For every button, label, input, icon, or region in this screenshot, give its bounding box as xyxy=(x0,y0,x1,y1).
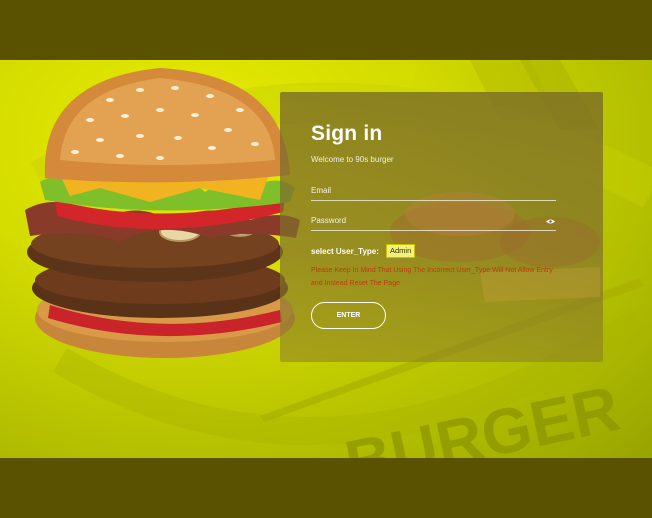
sign-in-card: Sign in Welcome to 90s burger Email Pass… xyxy=(280,92,603,362)
email-field[interactable]: Email xyxy=(311,185,556,201)
top-bar xyxy=(0,0,652,60)
eye-icon[interactable] xyxy=(546,218,555,225)
email-placeholder: Email xyxy=(311,186,332,195)
enter-button[interactable]: ENTER xyxy=(311,302,386,329)
sign-in-form: Sign in Welcome to 90s burger Email Pass… xyxy=(311,92,561,362)
page-title: Sign in xyxy=(311,122,383,145)
bottom-bar xyxy=(0,458,652,518)
user-type-warning: Please Keep In Mind That Using The Incor… xyxy=(311,267,553,287)
user-type-select[interactable]: Admin xyxy=(386,244,416,258)
user-type-label: select User_Type: xyxy=(311,247,379,256)
password-field[interactable]: Password xyxy=(311,215,556,231)
page-subtitle: Welcome to 90s burger xyxy=(311,155,394,164)
password-placeholder: Password xyxy=(311,216,347,225)
